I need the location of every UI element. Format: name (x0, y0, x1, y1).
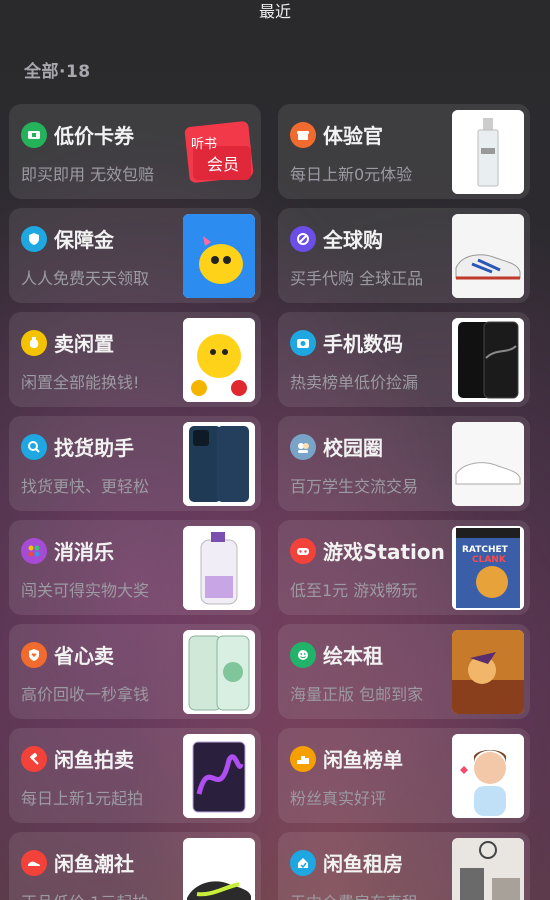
card-xianyu-rental-housing[interactable]: 闲鱼租房 无中介费房东直租 (278, 832, 530, 900)
card-subtitle: 正品低价 1元起拍 (21, 889, 148, 900)
card-xianyu-ranking[interactable]: 闲鱼榜单 粉丝真实好评 (278, 728, 530, 823)
card-match-game[interactable]: 消消乐 闯关可得实物大奖 (9, 520, 261, 615)
gift-box-icon (290, 122, 316, 148)
card-xianyu-trend[interactable]: 闲鱼潮社 正品低价 1元起拍 (9, 832, 261, 900)
card-subtitle: 闯关可得实物大奖 (21, 581, 150, 600)
card-subtitle: 人人免费天天领取 (21, 269, 150, 288)
card-campus-circle[interactable]: 校园圈 百万学生交流交易 (278, 416, 530, 511)
card-title: 省心卖 (54, 644, 114, 668)
sneaker-white-blue-thumb (452, 214, 524, 298)
room-interior-thumb (452, 838, 524, 900)
thumb-text-1: RATCHET (462, 545, 509, 555)
card-title: 游戏Station (323, 540, 445, 564)
game-pieces-icon (21, 538, 47, 564)
card-subtitle: 闲置全部能换钱! (21, 373, 140, 392)
card-subtitle: 热卖榜单低价捡漏 (290, 373, 419, 392)
card-guarantee-fund[interactable]: 保障金 人人免费天天领取 (9, 208, 261, 303)
card-easy-sell[interactable]: 省心卖 高价回收一秒拿钱 (9, 624, 261, 719)
black-smartphone-thumb (452, 318, 524, 402)
ratchet-clank-game-cover-thumb: RATCHET CLANK (452, 526, 524, 610)
cosmetic-bottle-thumb (452, 110, 524, 194)
picture-book-cover-thumb (452, 630, 524, 714)
money-bag-icon (21, 330, 47, 356)
card-subtitle: 每日上新1元起拍 (21, 789, 144, 808)
thumb-text-2: 会员 (207, 155, 239, 174)
card-find-goods-assistant[interactable]: 找货助手 找货更快、更轻松 (9, 416, 261, 511)
card-subtitle: 即买即用 无效包赔 (21, 165, 155, 184)
card-title: 手机数码 (323, 332, 403, 356)
card-game-station[interactable]: 游戏Station 低至1元 游戏畅玩 RATCHET CLANK (278, 520, 530, 615)
card-title: 绘本租 (323, 644, 383, 668)
smile-book-icon (290, 642, 316, 668)
card-subtitle: 高价回收一秒拿钱 (21, 685, 150, 704)
card-global-purchase[interactable]: 全球购 买手代购 全球正品 (278, 208, 530, 303)
card-subtitle: 海量正版 包邮到家 (290, 685, 424, 704)
card-subtitle: 低至1元 游戏畅玩 (290, 581, 418, 600)
card-title: 闲鱼榜单 (323, 748, 403, 772)
card-subtitle: 粉丝真实好评 (290, 789, 387, 808)
nike-sneaker-thumb (183, 838, 255, 900)
card-title: 卖闲置 (54, 332, 114, 356)
thumb-text-2: CLANK (472, 555, 507, 565)
globe-icon (290, 226, 316, 252)
yellow-fish-mascot-thumb (183, 214, 255, 298)
card-phones-digital[interactable]: 手机数码 热卖榜单低价捡漏 (278, 312, 530, 407)
card-subtitle: 百万学生交流交易 (290, 477, 419, 496)
ticket-icon (21, 122, 47, 148)
white-sneaker-thumb (452, 422, 524, 506)
card-title: 闲鱼拍卖 (54, 748, 134, 772)
card-subtitle: 买手代购 全球正品 (290, 269, 424, 288)
card-title: 全球购 (323, 228, 383, 252)
section-label: 全部·18 (24, 62, 91, 82)
card-title: 低价卡券 (54, 124, 134, 148)
card-subtitle: 找货更快、更轻松 (21, 477, 150, 496)
card-title: 校园圈 (323, 436, 383, 460)
green-iphone-thumb (183, 630, 255, 714)
purple-ipad-thumb (183, 734, 255, 818)
shoe-icon (21, 850, 47, 876)
search-icon (21, 434, 47, 460)
iphone-blue-back-thumb (183, 422, 255, 506)
card-title: 消消乐 (54, 540, 114, 564)
heart-shield-icon (21, 642, 47, 668)
card-title: 找货助手 (54, 436, 134, 460)
gavel-icon (21, 746, 47, 772)
mascot-with-coins-thumb (183, 318, 255, 402)
house-icon (290, 850, 316, 876)
students-icon (290, 434, 316, 460)
listen-book-membership-thumb: 听书 会员 (183, 110, 255, 194)
card-low-price-coupon[interactable]: 低价卡券 即买即用 无效包赔 听书 会员 (9, 104, 261, 199)
card-subtitle: 无中介费房东直租 (290, 889, 418, 900)
card-xianyu-auction[interactable]: 闲鱼拍卖 每日上新1元起拍 (9, 728, 261, 823)
3d-girl-character-thumb (452, 734, 524, 818)
card-sell-idle[interactable]: 卖闲置 闲置全部能换钱! (9, 312, 261, 407)
card-experience-officer[interactable]: 体验官 每日上新0元体验 (278, 104, 530, 199)
detergent-bottle-thumb (183, 526, 255, 610)
card-subtitle: 每日上新0元体验 (290, 165, 413, 184)
card-title: 体验官 (323, 124, 383, 148)
card-title: 闲鱼潮社 (54, 852, 134, 876)
card-picture-book-rental[interactable]: 绘本租 海量正版 包邮到家 (278, 624, 530, 719)
card-title: 保障金 (54, 228, 114, 252)
camera-icon (290, 330, 316, 356)
card-title: 闲鱼租房 (323, 852, 403, 876)
thumb-text-1: 听书 (191, 137, 217, 152)
shield-icon (21, 226, 47, 252)
header-title: 最近 (258, 2, 291, 21)
podium-icon (290, 746, 316, 772)
gamepad-icon (290, 538, 316, 564)
